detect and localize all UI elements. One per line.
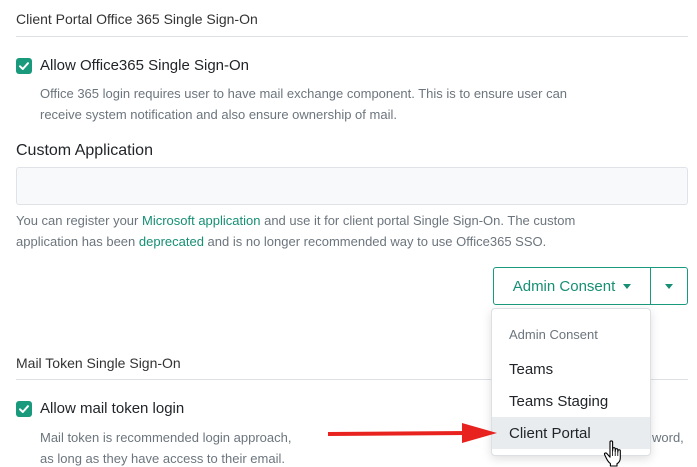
custom-application-input[interactable] (16, 167, 688, 205)
section-title-mail-token: Mail Token Single Sign-On (16, 355, 181, 371)
mail-token-label[interactable]: Allow mail token login (40, 400, 184, 417)
dropdown-item-teams-staging[interactable]: Teams Staging (492, 385, 650, 417)
custom-application-help-text: You can register your Microsoft applicat… (16, 213, 576, 249)
admin-consent-dropdown-toggle[interactable] (650, 267, 688, 305)
office365-sso-checkbox[interactable] (16, 58, 32, 74)
admin-consent-dropdown-menu: Admin Consent Teams Teams Staging Client… (491, 308, 651, 456)
deprecated-link[interactable]: deprecated (139, 234, 204, 249)
dropdown-item-teams[interactable]: Teams (492, 353, 650, 385)
dropdown-item-client-portal[interactable]: Client Portal (492, 417, 650, 449)
office365-sso-label[interactable]: Allow Office365 Single Sign-On (40, 57, 249, 74)
office365-help-text: Office 365 login requires user to have m… (40, 86, 568, 122)
microsoft-application-link[interactable]: Microsoft application (142, 213, 261, 228)
checkmark-icon (19, 405, 29, 413)
admin-consent-button-label: Admin Consent (512, 277, 616, 295)
section-divider (16, 36, 688, 37)
admin-consent-button[interactable]: Admin Consent (493, 267, 651, 305)
dropdown-header: Admin Consent (509, 327, 598, 342)
section-title-office365: Client Portal Office 365 Single Sign-On (16, 11, 258, 27)
mail-token-checkbox[interactable] (16, 401, 32, 417)
checkmark-icon (19, 62, 29, 70)
mail-token-help-text: Mail token is recommended login approach… (40, 430, 292, 466)
mail-token-help-text-tail: word, (652, 430, 684, 445)
custom-application-label: Custom Application (16, 142, 153, 159)
caret-down-icon (623, 283, 632, 289)
caret-down-icon (665, 283, 673, 289)
